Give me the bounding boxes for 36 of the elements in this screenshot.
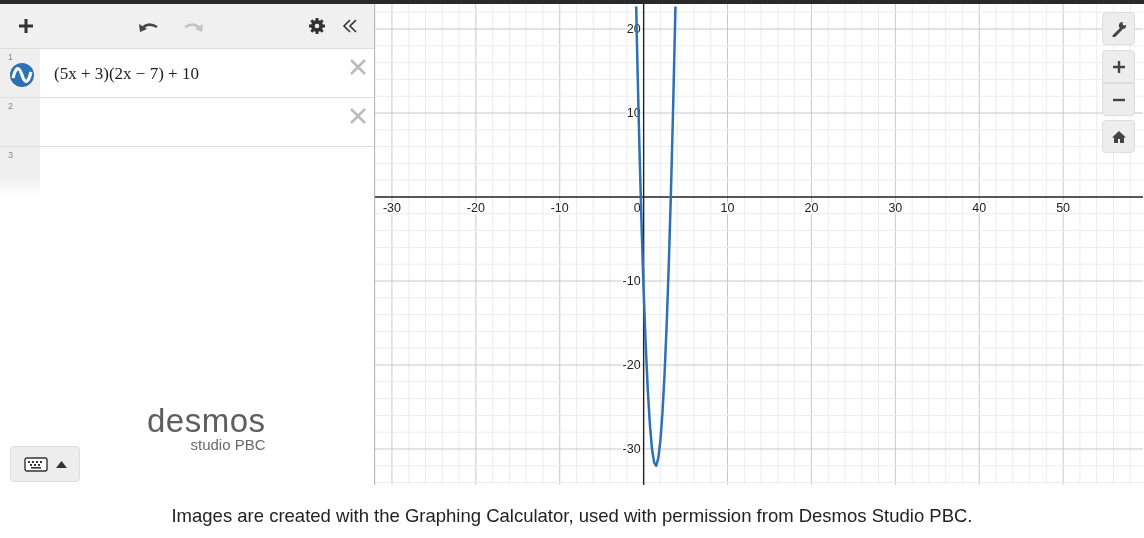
line-number: 3: [8, 149, 13, 162]
axis-tick-label: 40: [972, 201, 987, 215]
home-button[interactable]: [1102, 120, 1135, 153]
axis-tick-label: 20: [804, 201, 819, 215]
keyboard-toggle-button[interactable]: [10, 446, 80, 482]
logo-wordmark: desmos: [147, 404, 266, 437]
double-chevron-icon: [342, 18, 358, 34]
caption: Images are created with the Graphing Calculator, used with permission from Desmos Studio PBC.: [170, 504, 974, 528]
zoom-in-button[interactable]: [1102, 50, 1135, 83]
plus-icon: [18, 18, 34, 34]
zoom-out-button[interactable]: [1102, 83, 1135, 116]
home-icon: [1110, 129, 1127, 144]
axis-tick-label: -10: [550, 201, 569, 215]
graph-settings-button[interactable]: [1102, 12, 1135, 45]
redo-icon: [183, 20, 203, 32]
expression-input[interactable]: (5x + 3)(2x − 7) + 10: [40, 49, 374, 97]
keyboard-icon: [23, 456, 48, 472]
wrench-icon: [1110, 20, 1127, 37]
line-number: 2: [8, 100, 13, 113]
settings-icon: [308, 17, 326, 35]
minus-icon: [1111, 97, 1126, 102]
plus-icon: [1111, 59, 1126, 74]
axis-tick-label: 50: [1056, 201, 1071, 215]
curve-color-icon[interactable]: [10, 63, 34, 87]
axis-tick-label: 30: [888, 201, 903, 215]
undo-icon: [139, 20, 159, 32]
caret-icon: [55, 460, 67, 468]
axis-tick-label: -20: [466, 201, 485, 215]
axis-tick-label: 10: [720, 201, 735, 215]
axis-tick-label: -30: [382, 201, 401, 215]
logo-subtitle: studio PBC: [190, 437, 266, 454]
axis-tick-label: -10: [622, 274, 641, 288]
axis-tick-label: -20: [622, 358, 641, 372]
axis-tick-label: 0: [633, 201, 641, 215]
line-number: 1: [8, 51, 13, 64]
axis-tick-label: -30: [622, 441, 641, 456]
